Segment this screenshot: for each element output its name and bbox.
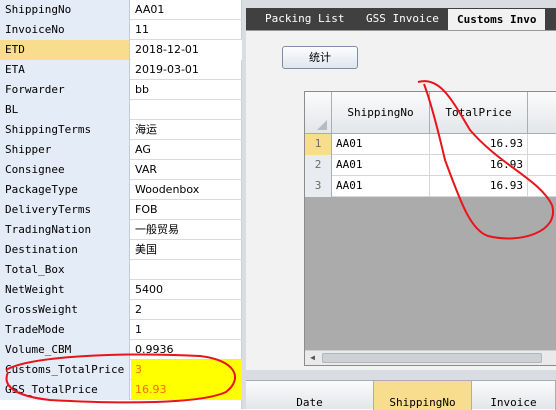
property-row-tradingnation[interactable]: TradingNation 一般贸易	[0, 220, 242, 240]
select-all-corner[interactable]	[305, 92, 332, 134]
property-name: PackageType	[0, 180, 130, 200]
row-header[interactable]: 1	[305, 134, 332, 155]
cell-shippingno[interactable]: AA01	[332, 176, 430, 197]
property-value[interactable]	[131, 260, 242, 280]
grid-header: ShippingNo TotalPrice	[305, 92, 556, 134]
property-value[interactable]	[131, 100, 242, 120]
property-row-bl[interactable]: BL	[0, 100, 242, 120]
property-row-invoiceno[interactable]: InvoiceNo 11	[0, 20, 242, 40]
property-name: Shipper	[0, 140, 130, 160]
property-value[interactable]: 一般贸易	[131, 220, 242, 240]
property-value[interactable]: 3	[131, 360, 242, 380]
property-value[interactable]: AA01	[131, 0, 242, 20]
horizontal-scrollbar[interactable]: ◀	[305, 350, 556, 365]
scrollbar-thumb[interactable]	[322, 353, 542, 363]
row-header[interactable]: 3	[305, 176, 332, 197]
property-value[interactable]: 5400	[131, 280, 242, 300]
document-panel: Packing List GSS Invoice Customs Invo 统计…	[242, 0, 556, 410]
property-name: NetWeight	[0, 280, 130, 300]
property-row-total-box[interactable]: Total_Box	[0, 260, 242, 280]
cell-totalprice[interactable]: 16.93	[430, 134, 528, 155]
property-row-shippingno[interactable]: ShippingNo AA01	[0, 0, 242, 20]
property-value[interactable]: 2	[131, 300, 242, 320]
cell-totalprice[interactable]: 16.93	[430, 155, 528, 176]
property-name: ShippingNo	[0, 0, 130, 20]
property-row-trademode[interactable]: TradeMode 1	[0, 320, 242, 340]
property-name: Customs_TotalPrice	[0, 360, 130, 380]
property-name: Volume_CBM	[0, 340, 130, 360]
table-row[interactable]: 2 AA01 16.93	[305, 155, 556, 176]
tab-strip: Packing List GSS Invoice Customs Invo	[246, 8, 556, 31]
property-row-shippingterms[interactable]: ShippingTerms 海运	[0, 120, 242, 140]
cell-totalprice[interactable]: 16.93	[430, 176, 528, 197]
property-name: GrossWeight	[0, 300, 130, 320]
bottom-grid-header: Date ShippingNo Invoice	[246, 380, 556, 410]
property-value[interactable]: bb	[131, 80, 242, 100]
property-row-packagetype[interactable]: PackageType Woodenbox	[0, 180, 242, 200]
property-value[interactable]: 海运	[131, 120, 242, 140]
property-value[interactable]: Woodenbox	[131, 180, 242, 200]
property-row-netweight[interactable]: NetWeight 5400	[0, 280, 242, 300]
property-grid: ShippingNo AA01 InvoiceNo 11 ETD 2018-12…	[0, 0, 242, 409]
property-row-forwarder[interactable]: Forwarder bb	[0, 80, 242, 100]
property-row-deliveryterms[interactable]: DeliveryTerms FOB	[0, 200, 242, 220]
property-name: ETA	[0, 60, 130, 80]
property-row-customs-totalprice[interactable]: Customs_TotalPrice 3	[0, 360, 242, 380]
property-value[interactable]: 11	[131, 20, 242, 40]
property-row-consignee[interactable]: Consignee VAR	[0, 160, 242, 180]
property-value[interactable]: AG	[131, 140, 242, 160]
property-name: Forwarder	[0, 80, 130, 100]
property-name: ShippingTerms	[0, 120, 130, 140]
table-row[interactable]: 1 AA01 16.93	[305, 134, 556, 155]
statistics-button[interactable]: 统计	[282, 46, 358, 69]
property-row-gss-totalprice[interactable]: GSS_TotalPrice 16.93	[0, 380, 242, 400]
data-grid: ShippingNo TotalPrice 1 AA01 16.93 2 AA0…	[304, 91, 556, 366]
property-value[interactable]: 1	[131, 320, 242, 340]
tab-packing-list[interactable]: Packing List	[256, 8, 353, 30]
property-name: Total_Box	[0, 260, 130, 280]
property-name: GSS_TotalPrice	[0, 380, 130, 400]
property-row-eta[interactable]: ETA 2019-03-01	[0, 60, 242, 80]
property-name: ETD	[0, 40, 130, 60]
property-name: TradingNation	[0, 220, 130, 240]
table-row[interactable]: 3 AA01 16.93	[305, 176, 556, 197]
property-name: Consignee	[0, 160, 130, 180]
property-value[interactable]: 0.9936	[131, 340, 242, 360]
tab-gss-invoice[interactable]: GSS Invoice	[357, 8, 448, 30]
column-header-totalprice[interactable]: TotalPrice	[430, 92, 528, 134]
cell-shippingno[interactable]: AA01	[332, 155, 430, 176]
column-header-invoice[interactable]: Invoice	[472, 381, 556, 410]
property-name: BL	[0, 100, 130, 120]
column-header-date[interactable]: Date	[246, 381, 374, 410]
column-header-shippingno[interactable]: ShippingNo	[332, 92, 430, 134]
corner-triangle-icon	[317, 120, 327, 130]
tab-customs-invoice[interactable]: Customs Invo	[448, 9, 546, 31]
property-value[interactable]: 美国	[131, 240, 242, 260]
property-row-etd[interactable]: ETD 2018-12-01	[0, 40, 242, 60]
tab-page-customs-invoice: 统计 ShippingNo TotalPrice 1 AA01 16.93 2 …	[246, 30, 556, 370]
property-row-grossweight[interactable]: GrossWeight 2	[0, 300, 242, 320]
property-value[interactable]: 2019-03-01	[131, 60, 242, 80]
property-name: DeliveryTerms	[0, 200, 130, 220]
cell-shippingno[interactable]: AA01	[332, 134, 430, 155]
property-value[interactable]: 2018-12-01	[131, 40, 242, 60]
column-header-shippingno[interactable]: ShippingNo	[374, 381, 472, 410]
property-row-volume-cbm[interactable]: Volume_CBM 0.9936	[0, 340, 242, 360]
property-name: InvoiceNo	[0, 20, 130, 40]
property-value[interactable]: 16.93	[131, 380, 242, 400]
scroll-left-icon[interactable]: ◀	[305, 351, 320, 365]
property-name: Destination	[0, 240, 130, 260]
property-value[interactable]: FOB	[131, 200, 242, 220]
property-row-shipper[interactable]: Shipper AG	[0, 140, 242, 160]
property-value[interactable]: VAR	[131, 160, 242, 180]
property-row-destination[interactable]: Destination 美国	[0, 240, 242, 260]
property-name: TradeMode	[0, 320, 130, 340]
row-header[interactable]: 2	[305, 155, 332, 176]
